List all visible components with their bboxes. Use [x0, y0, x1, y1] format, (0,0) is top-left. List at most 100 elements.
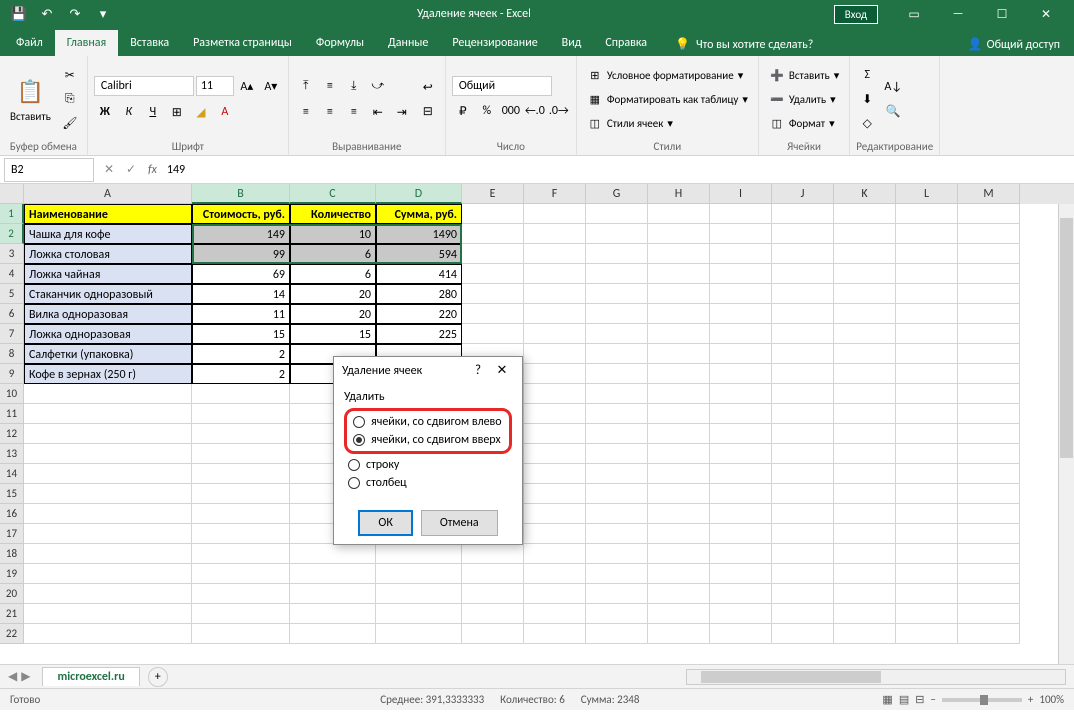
cell[interactable]	[958, 464, 1020, 484]
cell[interactable]: Стаканчик одноразовый	[24, 284, 192, 304]
cell[interactable]	[524, 544, 586, 564]
align-center-icon[interactable]: ≡	[319, 101, 341, 123]
ribbon-options-icon[interactable]: ▭	[894, 2, 934, 26]
cell[interactable]	[958, 524, 1020, 544]
cell[interactable]: Ложка одноразовая	[24, 324, 192, 344]
borders-icon[interactable]: ⊞	[166, 101, 188, 123]
column-header[interactable]: H	[648, 184, 710, 204]
undo-icon[interactable]: ↶	[36, 3, 58, 25]
cell[interactable]: 15	[290, 324, 376, 344]
cell[interactable]	[192, 464, 290, 484]
cell[interactable]	[376, 604, 462, 624]
row-header[interactable]: 22	[0, 624, 24, 644]
cell[interactable]	[772, 244, 834, 264]
row-header[interactable]: 12	[0, 424, 24, 444]
format-as-table-button[interactable]: ▦Форматировать как таблицу▾	[583, 89, 752, 109]
cell[interactable]	[524, 244, 586, 264]
select-all-corner[interactable]	[0, 184, 24, 204]
cell[interactable]: 149	[192, 224, 290, 244]
fill-icon[interactable]: ⬇	[856, 88, 878, 110]
cell[interactable]	[462, 284, 524, 304]
cell[interactable]: 20	[290, 284, 376, 304]
align-middle-icon[interactable]: ≡	[319, 75, 341, 97]
cell[interactable]	[896, 404, 958, 424]
scroll-thumb[interactable]	[1060, 218, 1073, 458]
row-header[interactable]: 6	[0, 304, 24, 324]
cell[interactable]	[648, 204, 710, 224]
cell[interactable]	[772, 564, 834, 584]
row-header[interactable]: 9	[0, 364, 24, 384]
cell[interactable]: Кофе в зернах (250 г)	[24, 364, 192, 384]
cell[interactable]	[772, 584, 834, 604]
cell[interactable]: 10	[290, 224, 376, 244]
cell[interactable]	[524, 304, 586, 324]
cancel-button[interactable]: Отмена	[421, 510, 498, 536]
cell[interactable]: 11	[192, 304, 290, 324]
indent-increase-icon[interactable]: ⇥	[391, 101, 413, 123]
add-sheet-button[interactable]: +	[148, 667, 168, 687]
cell[interactable]	[958, 444, 1020, 464]
redo-icon[interactable]: ↷	[64, 3, 86, 25]
cell[interactable]	[524, 624, 586, 644]
column-header[interactable]: E	[462, 184, 524, 204]
cell[interactable]	[772, 204, 834, 224]
cell[interactable]: 594	[376, 244, 462, 264]
cell[interactable]	[648, 244, 710, 264]
vertical-scrollbar[interactable]	[1058, 204, 1074, 664]
view-page-break-icon[interactable]: ⊟	[915, 693, 924, 706]
row-header[interactable]: 17	[0, 524, 24, 544]
cell[interactable]	[586, 584, 648, 604]
cell[interactable]: 414	[376, 264, 462, 284]
tab-layout[interactable]: Разметка страницы	[181, 30, 304, 56]
cell[interactable]	[834, 484, 896, 504]
cell[interactable]	[192, 384, 290, 404]
cell[interactable]: 1490	[376, 224, 462, 244]
row-header[interactable]: 2	[0, 224, 24, 244]
cell[interactable]	[586, 604, 648, 624]
cell[interactable]	[772, 464, 834, 484]
accept-formula-icon[interactable]: ✓	[120, 159, 142, 181]
cell[interactable]	[958, 404, 1020, 424]
cell[interactable]	[896, 344, 958, 364]
cell[interactable]	[24, 464, 192, 484]
row-header[interactable]: 14	[0, 464, 24, 484]
cell[interactable]	[710, 324, 772, 344]
fill-color-icon[interactable]: ◢	[190, 101, 212, 123]
cell[interactable]	[958, 264, 1020, 284]
cell[interactable]	[24, 444, 192, 464]
cell[interactable]	[896, 284, 958, 304]
cell[interactable]	[896, 544, 958, 564]
cell[interactable]	[958, 384, 1020, 404]
cell[interactable]	[192, 564, 290, 584]
cell[interactable]	[710, 404, 772, 424]
radio-entire-column[interactable]: столбец	[344, 474, 512, 492]
cell[interactable]	[834, 464, 896, 484]
login-button[interactable]: Вход	[834, 5, 878, 24]
horizontal-scrollbar[interactable]	[686, 669, 1066, 685]
cell[interactable]	[648, 364, 710, 384]
format-painter-icon[interactable]: 🖌	[59, 112, 81, 134]
cell[interactable]	[524, 584, 586, 604]
view-page-layout-icon[interactable]: ▤	[899, 693, 909, 706]
cell[interactable]	[896, 224, 958, 244]
cell[interactable]	[524, 604, 586, 624]
cell[interactable]	[648, 604, 710, 624]
cell[interactable]	[462, 244, 524, 264]
cell[interactable]	[834, 624, 896, 644]
cell[interactable]	[586, 284, 648, 304]
cell[interactable]	[192, 584, 290, 604]
column-header[interactable]: C	[290, 184, 376, 204]
cell[interactable]	[648, 484, 710, 504]
cell[interactable]	[24, 504, 192, 524]
cell[interactable]	[772, 444, 834, 464]
cell[interactable]	[648, 384, 710, 404]
cell[interactable]	[834, 324, 896, 344]
row-header[interactable]: 4	[0, 264, 24, 284]
cell[interactable]	[958, 604, 1020, 624]
cell[interactable]	[524, 424, 586, 444]
cell[interactable]	[192, 404, 290, 424]
font-size-selector[interactable]: 11	[196, 76, 234, 96]
cell[interactable]	[462, 564, 524, 584]
increase-decimal-icon[interactable]: ←.0	[524, 100, 546, 122]
view-normal-icon[interactable]: ▦	[882, 693, 892, 706]
